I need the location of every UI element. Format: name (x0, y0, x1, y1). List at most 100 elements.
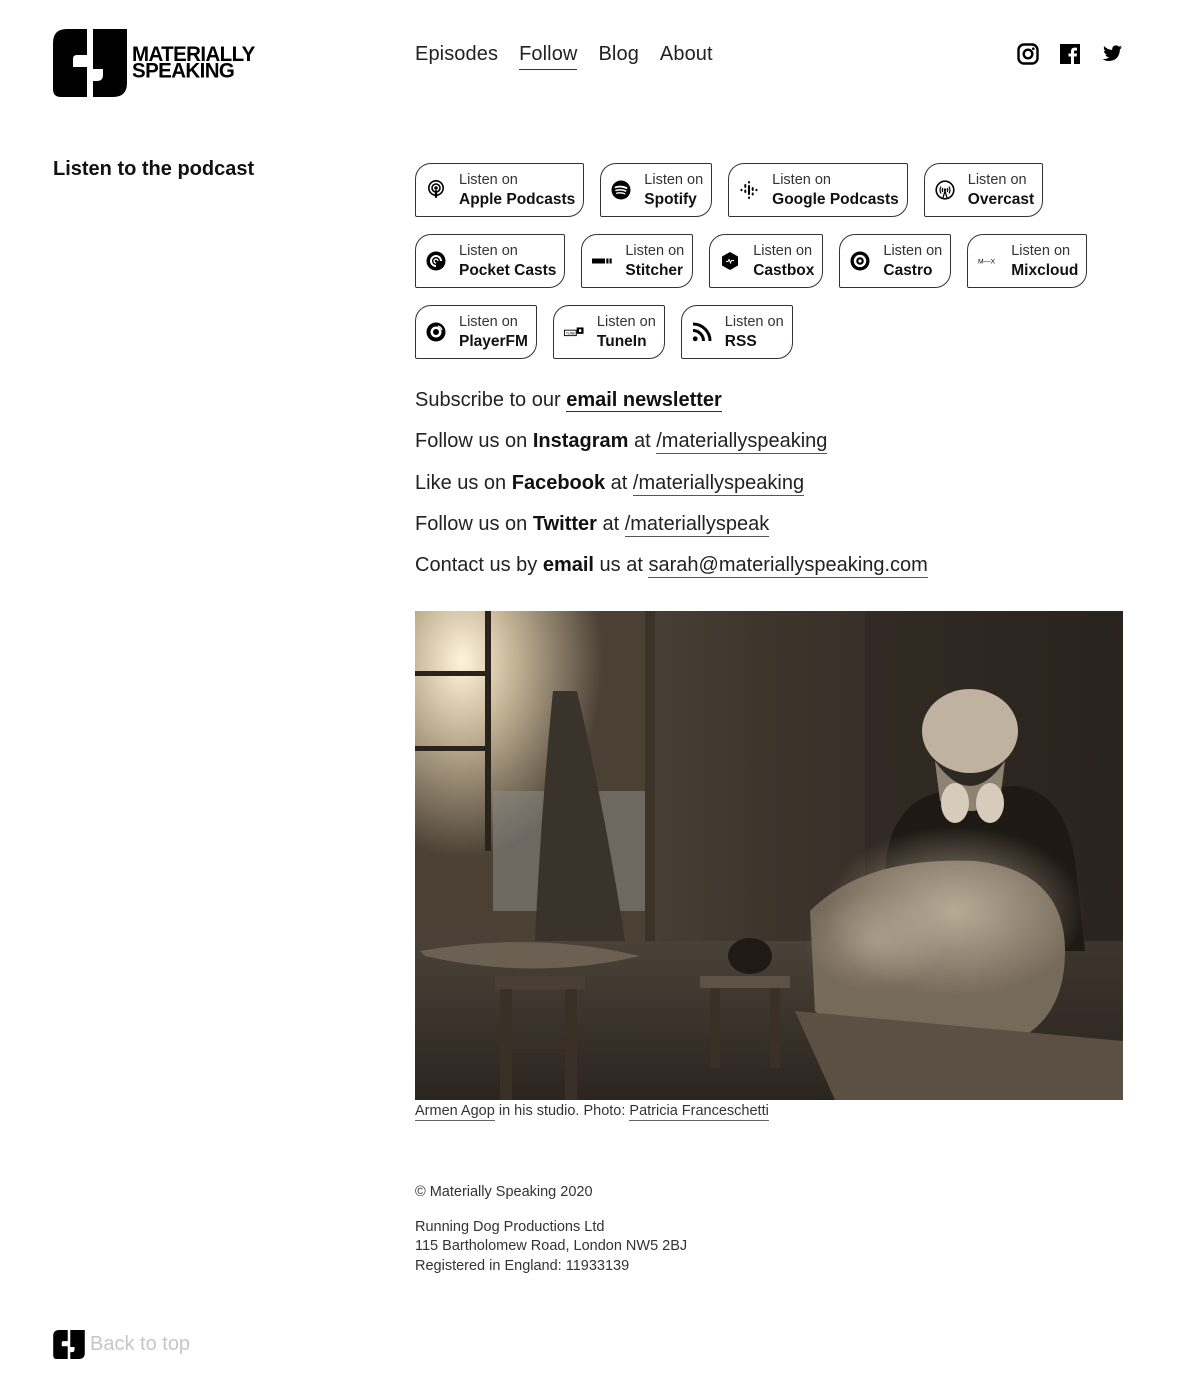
studio-photo (415, 611, 1123, 1100)
svg-text:M—X: M—X (978, 259, 995, 266)
listen-tunein-button[interactable]: TUNE Listen on TuneIn (552, 305, 665, 359)
platform-name: Spotify (644, 191, 697, 208)
google-podcasts-icon (738, 179, 760, 201)
back-to-top-label: Back to top (90, 1333, 191, 1355)
overcast-icon (934, 179, 956, 201)
platform-name: Pocket Casts (459, 262, 557, 279)
playerfm-icon (425, 321, 447, 343)
instagram-link[interactable]: /materiallyspeaking (656, 430, 828, 455)
listen-prefix: Listen on (724, 314, 784, 330)
text: Follow us on (415, 430, 533, 453)
text: Follow us on (415, 512, 533, 535)
platform-label: Facebook (511, 471, 606, 494)
site-logo[interactable]: MATERIALLY SPEAKING (53, 29, 255, 97)
platform-name: Stitcher (625, 262, 684, 279)
copyright: © Materially Speaking 2020 (415, 1184, 593, 1200)
nav-episodes[interactable]: Episodes (415, 43, 498, 70)
social-links (1017, 43, 1123, 65)
svg-text:TUNE: TUNE (566, 332, 576, 336)
listen-castbox-button[interactable]: Listen on Castbox (709, 234, 824, 288)
nav-blog[interactable]: Blog (598, 43, 638, 70)
platform-name: Apple Podcasts (459, 191, 576, 208)
listen-spotify-button[interactable]: Listen on Spotify (600, 163, 713, 217)
photo-caption: Armen Agop in his studio. Photo: Patrici… (415, 1103, 769, 1121)
platform-name: Google Podcasts (772, 191, 899, 208)
listen-prefix: Listen on (967, 172, 1027, 188)
twitter-icon[interactable] (1101, 43, 1123, 65)
listen-prefix: Listen on (459, 172, 518, 188)
listen-rss-button[interactable]: Listen on RSS (680, 305, 793, 359)
caption-credit-link[interactable]: Patricia Franceschetti (629, 1103, 769, 1121)
listen-google-podcasts-button[interactable]: Listen on Google Podcasts (728, 163, 908, 217)
nav-follow[interactable]: Follow (519, 43, 578, 70)
instagram-line: Follow us on Instagram at /materiallyspe… (415, 428, 928, 455)
newsletter-line: Subscribe to our email newsletter (415, 387, 928, 414)
photo-illustration (415, 611, 1123, 1100)
listen-prefix: Listen on (753, 243, 813, 259)
street-address: 115 Bartholomew Road, London NW5 2BJ (415, 1238, 688, 1255)
apple-podcasts-icon (425, 179, 447, 201)
text: Subscribe to our (415, 389, 567, 411)
platform-name: Castro (883, 262, 933, 279)
email-line: Contact us by email us at sarah@material… (415, 552, 928, 579)
stitcher-icon (591, 250, 613, 272)
listen-stitcher-button[interactable]: Listen on Stitcher (581, 234, 694, 288)
listen-mixcloud-button[interactable]: M—X Listen on Mixcloud (967, 234, 1088, 288)
main-nav: Episodes Follow Blog About (415, 43, 713, 70)
twitter-link[interactable]: /materiallyspeak (624, 512, 770, 537)
company-address: Running Dog Productions Ltd 115 Bartholo… (415, 1218, 687, 1276)
text: at (605, 471, 633, 494)
text: at (628, 430, 657, 453)
text: Like us on (415, 471, 512, 494)
listen-prefix: Listen on (459, 243, 518, 259)
castro-icon (849, 250, 871, 272)
logo-mark-icon (53, 1330, 85, 1359)
text: us at (594, 554, 649, 577)
listen-prefix: Listen on (459, 314, 518, 330)
mixcloud-icon: M—X (977, 250, 999, 272)
instagram-icon[interactable] (1017, 43, 1039, 65)
platform-label: Twitter (532, 512, 597, 535)
logo-mark-icon (53, 29, 127, 97)
text: at (596, 512, 625, 535)
email-link[interactable]: sarah@materiallyspeaking.com (648, 554, 928, 579)
listen-prefix: Listen on (883, 243, 943, 259)
platform-name: Castbox (753, 262, 815, 279)
platform-name: PlayerFM (459, 333, 528, 350)
platform-label: Instagram (532, 430, 629, 453)
listen-prefix: Listen on (596, 314, 656, 330)
listen-pocket-casts-button[interactable]: Listen on Pocket Casts (415, 234, 566, 288)
platform-name: Mixcloud (1011, 262, 1079, 279)
caption-person-link[interactable]: Armen Agop (415, 1103, 495, 1121)
listen-overcast-button[interactable]: Listen on Overcast (923, 163, 1044, 217)
platform-name: Overcast (967, 191, 1035, 208)
follow-links: Subscribe to our email newsletter Follow… (415, 387, 928, 593)
logo-wordmark: MATERIALLY SPEAKING (132, 43, 255, 81)
listen-buttons: Listen on Apple Podcasts Listen on Spotify… (415, 163, 1125, 359)
listen-prefix: Listen on (772, 172, 831, 188)
text: Contact us by (415, 554, 543, 577)
pocket-casts-icon (425, 250, 447, 272)
rss-icon (691, 321, 713, 343)
listen-prefix: Listen on (644, 172, 704, 188)
platform-name: RSS (724, 333, 757, 350)
registration-number: Registered in England: 11933139 (415, 1257, 630, 1274)
facebook-link[interactable]: /materiallyspeaking (632, 471, 805, 496)
platform-name: TuneIn (596, 333, 647, 350)
tunein-icon: TUNE (563, 321, 585, 343)
back-to-top-link[interactable]: Back to top (53, 1330, 190, 1359)
section-title: Listen to the podcast (53, 158, 255, 180)
castbox-icon (719, 250, 741, 272)
facebook-line: Like us on Facebook at /materiallyspeaki… (415, 470, 928, 497)
facebook-icon[interactable] (1059, 43, 1081, 65)
listen-apple-podcasts-button[interactable]: Listen on Apple Podcasts (415, 163, 585, 217)
platform-label: email (542, 554, 594, 577)
spotify-icon (610, 179, 632, 201)
listen-prefix: Listen on (1011, 243, 1071, 259)
nav-about[interactable]: About (660, 43, 713, 70)
listen-castro-button[interactable]: Listen on Castro (839, 234, 952, 288)
twitter-line: Follow us on Twitter at /materiallyspeak (415, 511, 928, 538)
newsletter-link[interactable]: email newsletter (566, 389, 722, 412)
listen-playerfm-button[interactable]: Listen on PlayerFM (415, 305, 537, 359)
caption-text: in his studio. Photo: (494, 1103, 630, 1119)
